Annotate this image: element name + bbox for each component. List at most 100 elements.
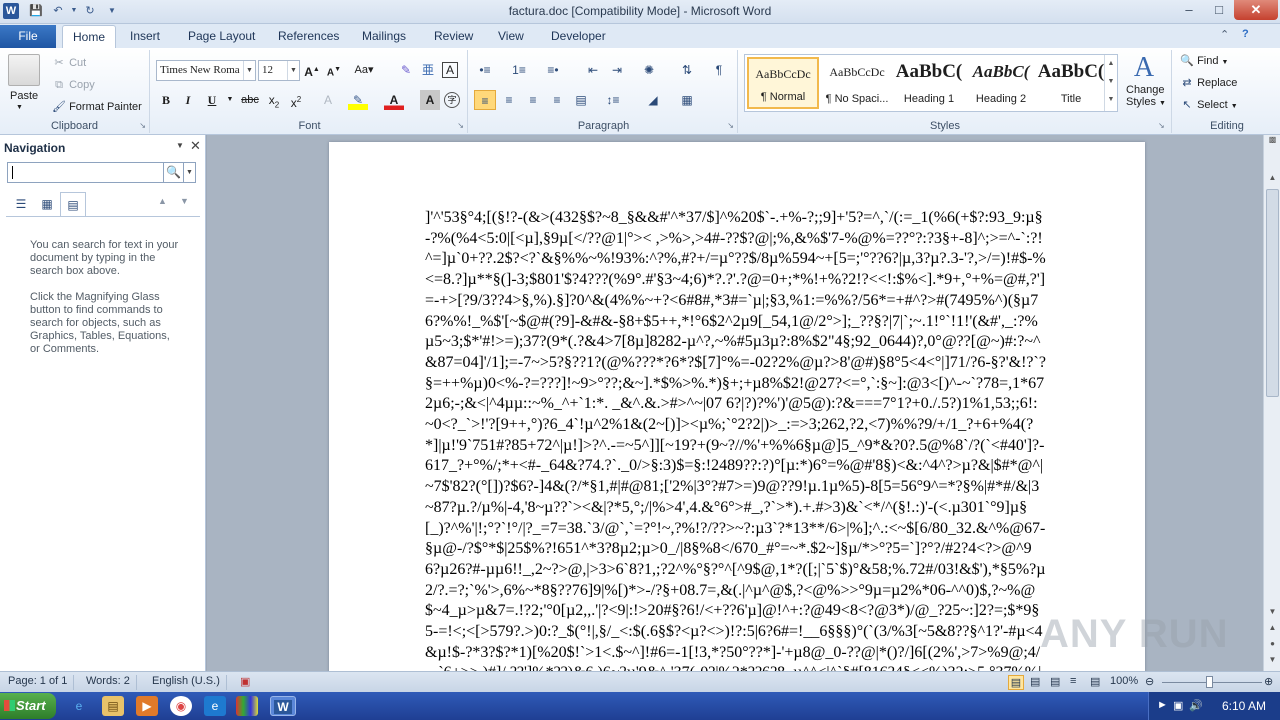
copy-button[interactable]: ⧉ Copy	[52, 78, 95, 92]
styles-up-icon[interactable]: ▲	[1105, 55, 1117, 73]
style-heading-2[interactable]: AaBbC( Heading 2	[965, 57, 1037, 109]
enclose-characters-icon[interactable]: 字	[444, 92, 460, 108]
browse-headings-icon[interactable]: ☰	[8, 192, 34, 217]
select-button[interactable]: ↖ Select ▼	[1180, 98, 1237, 112]
underline-icon[interactable]: U	[202, 90, 222, 110]
previous-result-icon[interactable]: ▲	[158, 196, 167, 206]
tab-developer[interactable]: Developer	[541, 25, 616, 48]
navigation-menu-icon[interactable]: ▼	[176, 141, 184, 150]
document-body-text[interactable]: ]'^'53§°4;[(§!?-(&>(432§$?~8_§&&#'^*37/$…	[425, 208, 1046, 671]
align-left-icon[interactable]: ≡	[474, 90, 496, 110]
browse-pages-icon[interactable]: ▦	[34, 192, 60, 217]
vertical-scrollbar[interactable]: ▩ ▲ ▼ ▲ ● ▼	[1263, 135, 1280, 671]
document-page[interactable]: ]'^'53§°4;[(§!?-(&>(432§$?~8_§&&#'^*37/$…	[329, 142, 1145, 671]
align-right-icon[interactable]: ≡	[522, 90, 544, 110]
change-case-icon[interactable]: Aa▾	[354, 60, 374, 80]
navigation-close-icon[interactable]: ✕	[190, 138, 201, 154]
word-taskbar-icon[interactable]: W	[270, 696, 296, 716]
zoom-out-icon[interactable]: ⊖	[1145, 675, 1154, 688]
navigation-search-input[interactable]	[7, 162, 164, 183]
file-explorer-icon[interactable]: ▤	[102, 696, 124, 716]
character-shading-icon[interactable]: A	[420, 90, 440, 110]
tab-review[interactable]: Review	[424, 25, 483, 48]
paste-icon[interactable]	[8, 54, 40, 86]
volume-icon[interactable]: 🔊	[1189, 699, 1203, 712]
search-options-dropdown-icon[interactable]: ▼	[184, 162, 196, 183]
app-icon[interactable]	[236, 696, 258, 716]
show-hide-marks-icon[interactable]: ¶	[708, 60, 730, 80]
multilevel-list-icon[interactable]: ≡•	[542, 60, 564, 80]
network-icon[interactable]: ▣	[1173, 699, 1183, 712]
justify-icon[interactable]: ≡	[546, 90, 568, 110]
font-size-combo[interactable]: 12 ▼	[258, 60, 300, 81]
strikethrough-icon[interactable]: abc	[240, 90, 260, 110]
magnifying-glass-icon[interactable]: 🔍	[164, 162, 184, 183]
replace-button[interactable]: ⇄ Replace	[1180, 76, 1237, 90]
font-size-dropdown-icon[interactable]: ▼	[287, 61, 299, 80]
start-button[interactable]: Start	[0, 693, 56, 719]
scroll-thumb[interactable]	[1266, 189, 1279, 397]
styles-launcher-icon[interactable]: ↘	[1158, 121, 1165, 130]
font-launcher-icon[interactable]: ↘	[457, 121, 464, 130]
italic-icon[interactable]: I	[178, 90, 198, 110]
tab-home[interactable]: Home	[62, 25, 117, 48]
word-count[interactable]: Words: 2	[80, 675, 137, 690]
tab-page-layout[interactable]: Page Layout	[178, 25, 265, 48]
underline-dropdown-icon[interactable]: ▼	[220, 90, 240, 110]
bullets-icon[interactable]: •≡	[474, 60, 496, 80]
borders-icon[interactable]: ▦	[676, 90, 698, 110]
distributed-icon[interactable]: ▤	[570, 90, 592, 110]
outline-icon[interactable]: ≡	[1070, 675, 1076, 687]
ruler-toggle-icon[interactable]: ▩	[1264, 135, 1280, 149]
web-layout-icon[interactable]: ▤	[1050, 675, 1060, 688]
macro-record-icon[interactable]: ▣	[234, 675, 256, 690]
close-button[interactable]: ✕	[1234, 0, 1278, 20]
zoom-level[interactable]: 100%	[1110, 675, 1138, 687]
clock[interactable]: 6:10 AM	[1222, 699, 1266, 713]
draft-icon[interactable]: ▤	[1090, 675, 1100, 688]
zoom-in-icon[interactable]: ⊕	[1264, 675, 1273, 688]
styles-scroll[interactable]: ▲ ▼ ▼	[1104, 55, 1117, 111]
cut-button[interactable]: ✂ Cut	[52, 56, 86, 70]
text-effects-icon[interactable]: A	[318, 90, 338, 110]
tab-view[interactable]: View	[488, 25, 534, 48]
style-title[interactable]: AaBbC( Title	[1035, 57, 1107, 109]
help-icon[interactable]: ?	[1242, 28, 1249, 40]
superscript-icon[interactable]: x2	[286, 90, 306, 110]
notification-area-icon[interactable]: ►	[1157, 699, 1168, 711]
style-heading-1[interactable]: AaBbC( Heading 1	[893, 57, 965, 109]
clear-formatting-icon[interactable]: ✎	[396, 60, 416, 80]
font-color-icon[interactable]: A	[384, 90, 404, 110]
full-screen-reading-icon[interactable]: ▤	[1030, 675, 1040, 688]
style-no-spacing[interactable]: AaBbCcDc ¶ No Spaci...	[821, 57, 893, 109]
font-family-dropdown-icon[interactable]: ▼	[243, 61, 255, 80]
scroll-down-icon[interactable]: ▼	[1264, 607, 1280, 621]
edge-icon[interactable]: e	[204, 696, 226, 716]
find-button[interactable]: 🔍 Find ▼	[1180, 54, 1228, 68]
previous-page-icon[interactable]: ▲	[1264, 623, 1280, 637]
tab-file[interactable]: File	[0, 25, 56, 48]
print-layout-icon[interactable]: ▤	[1008, 675, 1024, 690]
format-painter-button[interactable]: 🖌 Format Painter	[52, 100, 142, 114]
tab-references[interactable]: References	[268, 25, 349, 48]
paste-dropdown-icon[interactable]: ▼	[16, 104, 23, 111]
maximize-button[interactable]: □	[1204, 0, 1234, 20]
increase-indent-icon[interactable]: ⇥	[606, 60, 628, 80]
browse-results-icon[interactable]: ▤	[60, 192, 86, 217]
minimize-button[interactable]: –	[1174, 0, 1204, 20]
next-page-icon[interactable]: ▼	[1264, 655, 1280, 669]
align-center-icon[interactable]: ≡	[498, 90, 520, 110]
media-player-icon[interactable]: ▶	[136, 696, 158, 716]
numbering-icon[interactable]: 1≡	[508, 60, 530, 80]
zoom-slider-thumb[interactable]	[1206, 676, 1213, 688]
font-family-combo[interactable]: Times New Roma ▼	[156, 60, 256, 81]
tab-insert[interactable]: Insert	[120, 25, 170, 48]
subscript-icon[interactable]: x2	[264, 90, 284, 110]
paragraph-launcher-icon[interactable]: ↘	[727, 121, 734, 130]
sort-icon[interactable]: ⇅	[676, 60, 698, 80]
select-browse-object-icon[interactable]: ●	[1264, 639, 1280, 653]
decrease-indent-icon[interactable]: ⇤	[582, 60, 604, 80]
asian-layout-icon[interactable]: ✺	[638, 60, 660, 80]
styles-down-icon[interactable]: ▼	[1105, 73, 1117, 91]
grow-font-icon[interactable]: A▲	[302, 60, 322, 80]
